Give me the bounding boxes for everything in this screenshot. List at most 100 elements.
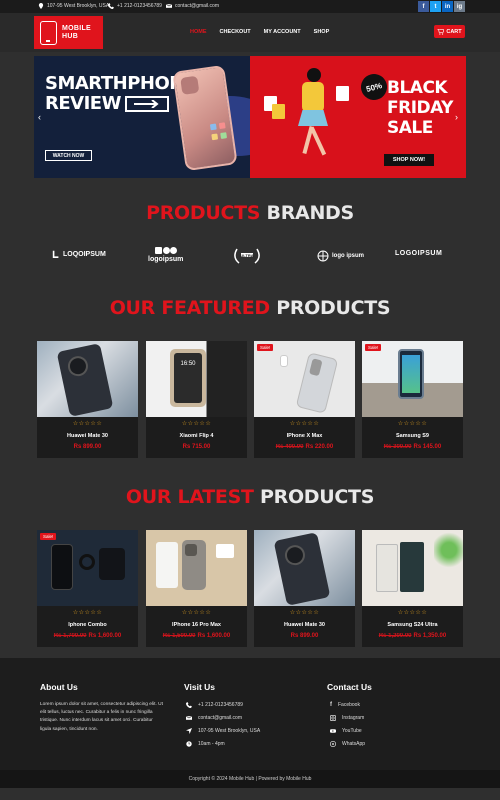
- product-image[interactable]: [37, 341, 138, 417]
- phone-icon: [186, 701, 192, 708]
- product-card[interactable]: Sale! ☆☆☆☆☆ Iphone Combo Rs 1,700.00 Rs 1…: [37, 530, 138, 647]
- banner-black-friday[interactable]: 50% BLACK FRIDAY SALE SHOP NOW!: [250, 56, 466, 178]
- brand-logo: logoipsum: [148, 247, 183, 263]
- figure-body: [302, 82, 324, 112]
- contact-instagram-text: Instagram: [342, 714, 365, 721]
- banner-smartphone-review[interactable]: SMARTHPHONE REVIEW WATCH NOW: [34, 56, 250, 178]
- discount-badge: 50%: [358, 71, 390, 103]
- product-card[interactable]: ☆☆☆☆☆ Huawei Mate 30 Rs 899.00: [254, 530, 355, 647]
- current-price: Rs 145.00: [413, 444, 442, 450]
- site-logo[interactable]: MOBILE HUB: [34, 16, 103, 49]
- brand-logos: LOQOIPSUM logoipsum ULTRA logo ipsum LOG…: [0, 246, 500, 270]
- main-nav: HOME CHECKOUT MY ACCOUNT SHOP: [190, 29, 329, 35]
- visit-phone-text: +1 212-0123456789: [198, 701, 243, 708]
- contact-whatsapp[interactable]: WhatsApp: [330, 739, 365, 748]
- charger-shape: [79, 554, 95, 570]
- product-name[interactable]: Samsung S9: [362, 433, 463, 439]
- nav-checkout[interactable]: CHECKOUT: [220, 29, 251, 35]
- product-name[interactable]: Iphone Combo: [37, 622, 138, 628]
- logo-line-2: HUB: [62, 32, 79, 40]
- featured-section-title: OUR FEATURED PRODUCTS: [0, 297, 500, 319]
- location-pin-icon: [38, 3, 44, 9]
- rating-stars: ☆☆☆☆☆: [289, 421, 320, 427]
- facebook-icon[interactable]: f: [418, 1, 429, 12]
- brand-logo: LOQOIPSUM: [52, 250, 106, 258]
- nav-shop[interactable]: SHOP: [314, 29, 330, 35]
- sale-badge: Sale!: [365, 344, 382, 351]
- product-price: Rs 1,200.00 Rs 1,350.00: [362, 633, 463, 639]
- current-price: Rs 1,350.00: [413, 633, 447, 639]
- figure-skirt: [298, 110, 328, 126]
- brand-name: LOQOIPSUM: [63, 250, 106, 258]
- product-price: Rs 899.00: [37, 444, 138, 450]
- product-name[interactable]: Samsung S24 Ultra: [362, 622, 463, 628]
- visit-email[interactable]: contact@gmail.com: [186, 713, 260, 722]
- figure-leg: [309, 126, 327, 156]
- facebook-icon: f: [330, 701, 332, 708]
- product-price: Rs 715.00: [146, 444, 247, 450]
- product-image[interactable]: [254, 530, 355, 606]
- product-name[interactable]: Huawei Mate 30: [37, 433, 138, 439]
- product-image[interactable]: [37, 530, 138, 606]
- product-card[interactable]: ☆☆☆☆☆ Huawei Mate 30 Rs 899.00: [37, 341, 138, 458]
- phone-text: +1 212-0123456789: [117, 3, 162, 9]
- product-image[interactable]: [362, 341, 463, 417]
- banner-title-line-2: REVIEW: [45, 93, 121, 114]
- cart-button[interactable]: CART: [434, 25, 465, 38]
- contact-list: f Facebook Instagram YouTube WhatsApp: [330, 700, 365, 748]
- slider-next-icon[interactable]: ›: [455, 112, 458, 122]
- nav-my-account[interactable]: MY ACCOUNT: [264, 29, 301, 35]
- address-text: 107-95 West Brooklyn, USA: [47, 3, 110, 9]
- about-text: Lorem ipsum dolor sit amet, consectetur …: [40, 702, 163, 732]
- linkedin-icon[interactable]: in: [442, 1, 453, 12]
- twitter-icon[interactable]: t: [430, 1, 441, 12]
- instagram-icon[interactable]: ig: [454, 1, 465, 12]
- product-name[interactable]: IPhone 16 Pro Max: [146, 622, 247, 628]
- current-price: Rs 715.00: [182, 444, 211, 450]
- contact-youtube[interactable]: YouTube: [330, 726, 365, 735]
- email-info: contact@gmail.com: [166, 3, 219, 9]
- old-price: Rs 1,500.00: [162, 633, 196, 639]
- old-price: Rs 300.00: [383, 444, 412, 450]
- app-icon: [211, 133, 219, 141]
- product-price: Rs 400.00 Rs 220.00: [254, 444, 355, 450]
- app-icon: [209, 123, 217, 131]
- visit-phone[interactable]: +1 212-0123456789: [186, 700, 260, 709]
- visit-list: +1 212-0123456789 contact@gmail.com 107-…: [186, 700, 260, 748]
- slider-prev-icon[interactable]: ‹: [38, 112, 41, 122]
- contact-facebook-text: Facebook: [338, 701, 360, 708]
- product-card[interactable]: Sale! ☆☆☆☆☆ IPhone X Max Rs 400.00 Rs 220…: [254, 341, 355, 458]
- title-white-part: BRANDS: [266, 202, 355, 224]
- product-name[interactable]: Xiaomi Flip 4: [146, 433, 247, 439]
- product-image[interactable]: [146, 530, 247, 606]
- contact-instagram[interactable]: Instagram: [330, 713, 365, 722]
- product-card[interactable]: ☆☆☆☆☆ IPhone 16 Pro Max Rs 1,500.00 Rs 1,…: [146, 530, 247, 647]
- rating-stars: ☆☆☆☆☆: [72, 421, 103, 427]
- nav-home[interactable]: HOME: [190, 29, 207, 35]
- product-name[interactable]: Huawei Mate 30: [254, 622, 355, 628]
- phone-shape: [295, 352, 339, 414]
- contact-youtube-text: YouTube: [342, 727, 362, 734]
- product-image[interactable]: [362, 530, 463, 606]
- phone-shape: [182, 540, 206, 590]
- mail-icon: [166, 3, 172, 8]
- youtube-icon: [330, 728, 336, 733]
- old-price: Rs 1,700.00: [53, 633, 87, 639]
- shop-now-button[interactable]: SHOP NOW!: [384, 154, 434, 166]
- copyright-bar: Copyright © 2024 Mobile Hub | Powered by…: [0, 770, 500, 788]
- app-icon: [218, 122, 226, 130]
- product-price: Rs 1,700.00 Rs 1,600.00: [37, 633, 138, 639]
- product-name[interactable]: IPhone X Max: [254, 433, 355, 439]
- cart-icon: [437, 28, 445, 35]
- bf-line-3: SALE: [387, 118, 433, 138]
- contact-facebook[interactable]: f Facebook: [330, 700, 365, 709]
- phone-shape: [400, 542, 424, 592]
- product-card[interactable]: Sale! ☆☆☆☆☆ Samsung S9 Rs 300.00 Rs 145.0…: [362, 341, 463, 458]
- watch-now-button[interactable]: WATCH NOW: [45, 150, 92, 161]
- product-image[interactable]: 16:50: [146, 341, 247, 417]
- product-card[interactable]: ☆☆☆☆☆ Samsung S24 Ultra Rs 1,200.00 Rs 1,…: [362, 530, 463, 647]
- product-card[interactable]: 16:50 ☆☆☆☆☆ Xiaomi Flip 4 Rs 715.00: [146, 341, 247, 458]
- bf-line-2: FRIDAY: [387, 98, 453, 118]
- mail-icon: [186, 715, 192, 720]
- product-image[interactable]: [254, 341, 355, 417]
